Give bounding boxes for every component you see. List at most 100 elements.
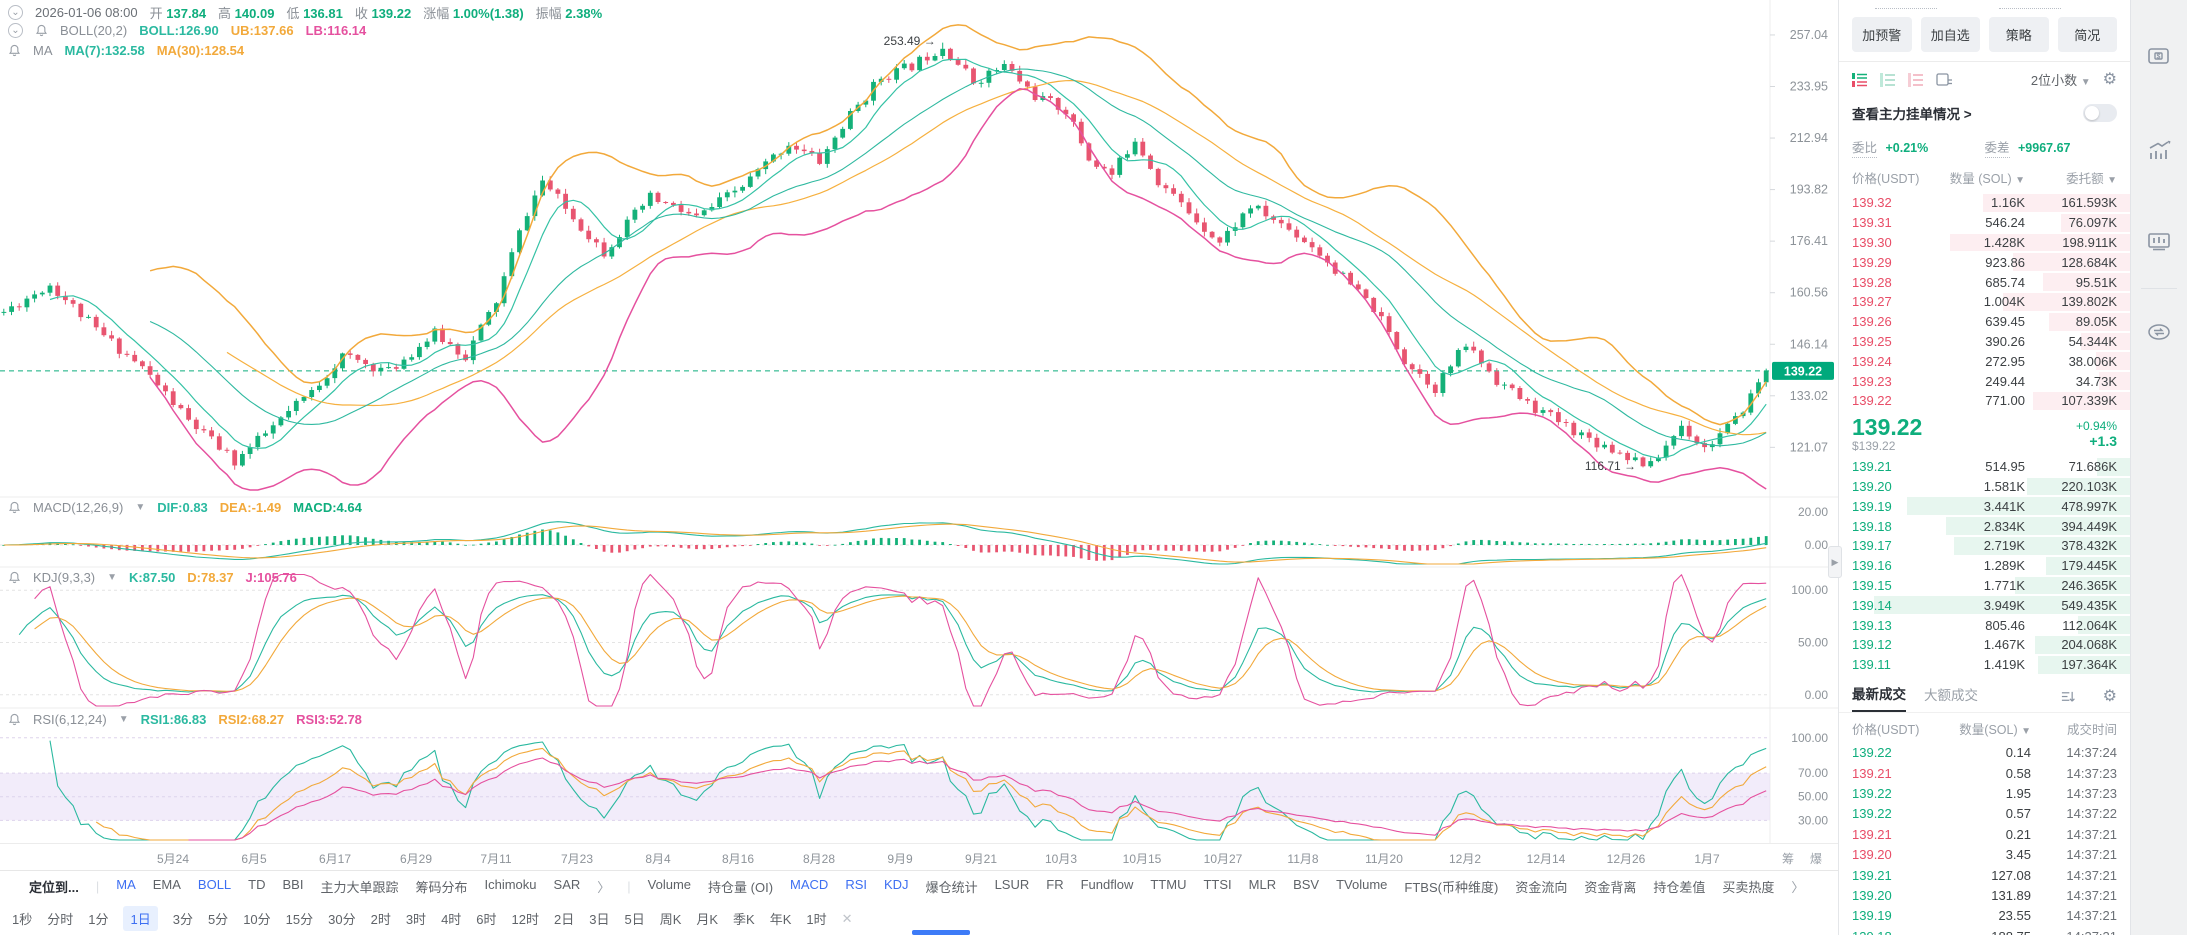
indicator-BBI[interactable]: BBI	[283, 877, 304, 896]
bid-row[interactable]: 139.12 1.467K 204.068K	[1839, 635, 2130, 655]
market-trend-icon[interactable]	[2145, 137, 2173, 165]
last-price-block[interactable]: 139.22 $139.22 +0.94% +1.3	[1839, 411, 2130, 457]
indicator-MACD[interactable]: MACD	[790, 877, 828, 896]
bid-row[interactable]: 139.19 3.441K 478.997K	[1839, 496, 2130, 516]
more-overlay-arrow[interactable]: 〉	[597, 877, 610, 896]
timeframe-1秒[interactable]: 1秒	[12, 909, 32, 928]
indicator-筹码分布[interactable]: 筹码分布	[415, 877, 467, 896]
timeframe-12时[interactable]: 12时	[512, 909, 539, 928]
bid-row[interactable]: 139.13 805.46 112.064K	[1839, 615, 2130, 635]
indicator-MA[interactable]: MA	[116, 877, 136, 896]
axis-toggle-liquidation[interactable]: 爆	[1810, 850, 1822, 867]
decimals-select[interactable]: 2位小数 ▼	[2031, 70, 2091, 89]
indicator-持仓量 (OI)[interactable]: 持仓量 (OI)	[708, 877, 773, 896]
book-settings-gear-icon[interactable]: ⚙	[2103, 71, 2117, 88]
indicator-SAR[interactable]: SAR	[554, 877, 581, 896]
bid-row[interactable]: 139.11 1.419K 197.364K	[1839, 655, 2130, 675]
indicator-TD[interactable]: TD	[248, 877, 265, 896]
indicator-TTMU[interactable]: TTMU	[1150, 877, 1186, 896]
indicator-RSI[interactable]: RSI	[845, 877, 867, 896]
ask-row[interactable]: 139.24 272.95 38.006K	[1839, 351, 2130, 371]
trade-row[interactable]: 139.18188.7514:37:21	[1839, 926, 2130, 935]
asset-dollar-icon[interactable]: $	[2145, 42, 2173, 70]
indicator-BOLL[interactable]: BOLL	[198, 877, 231, 896]
time-axis[interactable]: 5月24 6月5 6月17 6月29 7月11 7月23 8月4 8月16 8月28 9月9 9月2…	[0, 843, 1838, 870]
trade-row[interactable]: 139.20 3.45 14:37:21	[1839, 844, 2130, 864]
indicator-FR[interactable]: FR	[1046, 877, 1063, 896]
quick-button-简况[interactable]: 简况	[2057, 17, 2117, 52]
horizontal-scrollbar-thumb[interactable]	[912, 930, 970, 935]
tab-large-trades[interactable]: 大额成交	[1924, 684, 1978, 711]
timeframe-周K[interactable]: 周K	[660, 909, 682, 928]
swap-transfer-icon[interactable]	[2145, 318, 2173, 346]
main-orders-toggle[interactable]	[2083, 104, 2117, 122]
timeframe-6时[interactable]: 6时	[476, 909, 496, 928]
indicator-主力大单跟踪[interactable]: 主力大单跟踪	[320, 877, 398, 896]
indicator-买卖热度[interactable]: 买卖热度	[1722, 877, 1774, 896]
quick-button-加自选[interactable]: 加自选	[1920, 17, 1980, 52]
timeframe-月K[interactable]: 月K	[696, 909, 718, 928]
trade-row[interactable]: 139.21 0.58 14:37:23	[1839, 763, 2130, 783]
timeframe-5日[interactable]: 5日	[624, 909, 644, 928]
trade-row[interactable]: 139.19 23.55 14:37:21	[1839, 906, 2130, 926]
timeframe-年K[interactable]: 年K	[770, 909, 792, 928]
view-main-orders-link[interactable]: 查看主力挂单情况 >	[1852, 103, 1972, 123]
timeframe-5分[interactable]: 5分	[208, 909, 228, 928]
timeframe-15分[interactable]: 15分	[286, 909, 313, 928]
timeframe-1日[interactable]: 1日	[123, 906, 158, 931]
book-bids-only-icon[interactable]	[1880, 72, 1896, 87]
axis-toggle-chips[interactable]: 筹	[1782, 850, 1794, 867]
trade-row[interactable]: 139.21 0.21 14:37:21	[1839, 824, 2130, 844]
trade-row[interactable]: 139.22 0.57 14:37:22	[1839, 804, 2130, 824]
indicator-LSUR[interactable]: LSUR	[995, 877, 1030, 896]
indicator-MLR[interactable]: MLR	[1249, 877, 1276, 896]
timeframe-2日[interactable]: 2日	[554, 909, 574, 928]
quick-button-加预警[interactable]: 加预警	[1852, 17, 1912, 52]
bid-row[interactable]: 139.16 1.289K 179.445K	[1839, 556, 2130, 576]
trade-filter-icon[interactable]	[2060, 690, 2075, 704]
indicator-资金流向[interactable]: 资金流向	[1515, 877, 1567, 896]
collapse-chevron-icon[interactable]: ⌄	[8, 23, 23, 38]
tab-latest-trades[interactable]: 最新成交	[1852, 683, 1906, 712]
bid-row[interactable]: 139.21 514.95 71.686K	[1839, 457, 2130, 477]
indicator-EMA[interactable]: EMA	[153, 877, 181, 896]
ask-row[interactable]: 139.25 390.26 54.344K	[1839, 332, 2130, 352]
timeframe-季K[interactable]: 季K	[733, 909, 755, 928]
ask-row[interactable]: 139.32 1.16K 161.593K	[1839, 193, 2130, 213]
collapse-chevron-icon[interactable]: ⌄	[8, 5, 23, 20]
indicator-爆仓统计[interactable]: 爆仓统计	[926, 877, 978, 896]
bid-row[interactable]: 139.14 3.949K 549.435K	[1839, 595, 2130, 615]
timeframe-2时[interactable]: 2时	[371, 909, 391, 928]
timeframe-1时[interactable]: 1时	[806, 909, 826, 928]
ask-row[interactable]: 139.30 1.428K 198.911K	[1839, 233, 2130, 253]
price-chart[interactable]: 257.04 233.95 212.94 193.82 176.41 160.56 146.…	[0, 0, 1838, 843]
indicator-Ichimoku[interactable]: Ichimoku	[485, 877, 537, 896]
timeframe-30分[interactable]: 30分	[328, 909, 355, 928]
panel-collapse-handle[interactable]: ▶	[1828, 546, 1842, 578]
timeframe-3日[interactable]: 3日	[589, 909, 609, 928]
ask-row[interactable]: 139.31 546.24 76.097K	[1839, 213, 2130, 233]
indicator-FTBS(币种维度)[interactable]: FTBS(币种维度)	[1404, 877, 1498, 896]
ask-row[interactable]: 139.23 249.44 34.73K	[1839, 371, 2130, 391]
timeframe-3分[interactable]: 3分	[173, 909, 193, 928]
trades-settings-gear-icon[interactable]: ⚙	[2103, 689, 2117, 705]
ask-row[interactable]: 139.22 771.00 107.339K	[1839, 391, 2130, 411]
trade-row[interactable]: 139.21 127.08 14:37:21	[1839, 865, 2130, 885]
bid-row[interactable]: 139.20 1.581K 220.103K	[1839, 477, 2130, 497]
indicator-TTSI[interactable]: TTSI	[1203, 877, 1231, 896]
quick-button-策略[interactable]: 策略	[1989, 17, 2049, 52]
chart-area[interactable]: 257.04 233.95 212.94 193.82 176.41 160.56 146.…	[0, 0, 1838, 843]
indicator-资金背离[interactable]: 资金背离	[1584, 877, 1636, 896]
trade-row[interactable]: 139.22 0.14 14:37:24	[1839, 743, 2130, 763]
timeframe-3时[interactable]: 3时	[406, 909, 426, 928]
indicator-持仓差值[interactable]: 持仓差值	[1653, 877, 1705, 896]
bid-row[interactable]: 139.17 2.719K 378.432K	[1839, 536, 2130, 556]
bid-row[interactable]: 139.15 1.771K 246.365K	[1839, 576, 2130, 596]
timeframe-10分[interactable]: 10分	[243, 909, 270, 928]
add-layout-icon[interactable]	[1936, 72, 1952, 87]
book-asks-only-icon[interactable]	[1908, 72, 1924, 87]
bid-row[interactable]: 139.18 2.834K 394.449K	[1839, 516, 2130, 536]
indicator-Fundflow[interactable]: Fundflow	[1081, 877, 1134, 896]
indicator-Volume[interactable]: Volume	[648, 877, 691, 896]
indicator-KDJ[interactable]: KDJ	[884, 877, 909, 896]
